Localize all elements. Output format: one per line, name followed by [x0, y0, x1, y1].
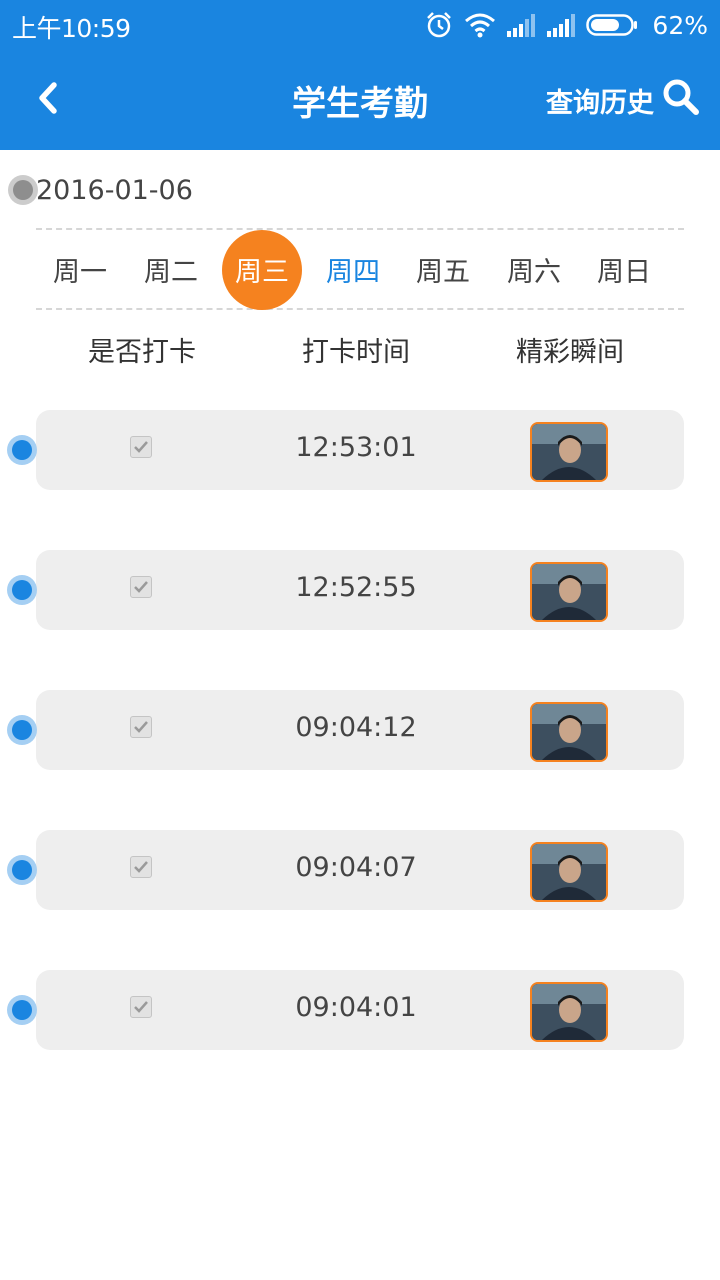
battery-percent: 62% — [652, 10, 708, 40]
attendance-record[interactable]: 09:04:01 — [7, 970, 684, 1050]
checkmark-icon — [134, 861, 148, 873]
back-button[interactable] — [20, 72, 76, 128]
weekday-tab[interactable]: 周六 — [494, 230, 574, 308]
checked-checkbox — [130, 996, 152, 1018]
timeline-dot — [7, 715, 37, 745]
column-checked: 是否打卡 — [88, 337, 196, 368]
column-moment: 精彩瞬间 — [516, 337, 624, 368]
weekday-label: 周一 — [53, 256, 107, 288]
weekday-label: 周二 — [144, 256, 198, 288]
weekday-tab[interactable]: 周二 — [131, 230, 211, 308]
weekday-tab[interactable]: 周五 — [403, 230, 483, 308]
attendance-record[interactable]: 12:52:55 — [7, 550, 684, 630]
checkmark-icon — [134, 1001, 148, 1013]
check-in-time: 09:04:12 — [295, 712, 417, 743]
timeline-dot — [7, 575, 37, 605]
wifi-icon — [464, 12, 496, 38]
check-in-time: 12:52:55 — [295, 572, 417, 603]
student-photo[interactable] — [530, 562, 608, 622]
current-date: 2016-01-06 — [36, 174, 193, 206]
weekday-label: 周六 — [507, 256, 561, 288]
header: 学生考勤 查询历史 — [0, 50, 720, 150]
weekday-label: 周日 — [597, 256, 651, 288]
column-time: 打卡时间 — [302, 337, 410, 368]
checked-checkbox — [130, 856, 152, 878]
checked-checkbox — [130, 436, 152, 458]
check-in-time: 12:53:01 — [295, 432, 417, 463]
timeline-dot — [7, 995, 37, 1025]
signal-icon — [506, 13, 536, 37]
timeline-dot — [7, 435, 37, 465]
timeline-dot — [8, 175, 38, 205]
search-icon — [662, 78, 700, 123]
attendance-record[interactable]: 09:04:12 — [7, 690, 684, 770]
student-photo[interactable] — [530, 422, 608, 482]
checkmark-icon — [134, 581, 148, 593]
status-icons: 62% — [424, 8, 708, 42]
weekday-tab[interactable]: 周四 — [313, 230, 393, 308]
alarm-icon — [424, 10, 454, 40]
attendance-record[interactable]: 09:04:07 — [7, 830, 684, 910]
checkmark-icon — [134, 721, 148, 733]
student-photo[interactable] — [530, 702, 608, 762]
weekday-tab[interactable]: 周一 — [40, 230, 120, 308]
app-bar: 上午10:59 62% 学生考勤 查询历史 — [0, 0, 720, 150]
weekday-tab[interactable]: 周日 — [584, 230, 664, 308]
student-photo[interactable] — [530, 982, 608, 1042]
student-photo[interactable] — [530, 842, 608, 902]
weekday-tab[interactable]: 周三 — [222, 230, 302, 310]
weekday-label: 周三 — [235, 256, 289, 288]
attendance-record[interactable]: 12:53:01 — [7, 410, 684, 490]
column-headers: 是否打卡 打卡时间 精彩瞬间 — [36, 330, 684, 370]
week-selector: 周一 周二 周三 周四 周五 周六 周日 — [36, 228, 684, 310]
history-label: 查询历史 — [546, 87, 654, 119]
signal-icon — [546, 13, 576, 37]
checkmark-icon — [134, 441, 148, 453]
weekday-label: 周五 — [416, 256, 470, 288]
weekday-label: 周四 — [326, 256, 380, 288]
checked-checkbox — [130, 716, 152, 738]
chevron-left-icon — [33, 80, 63, 120]
checked-checkbox — [130, 576, 152, 598]
date-row: 2016-01-06 — [8, 172, 193, 208]
status-time: 上午10:59 — [12, 14, 131, 43]
check-in-time: 09:04:07 — [295, 852, 417, 883]
check-in-time: 09:04:01 — [295, 992, 417, 1023]
status-bar: 上午10:59 62% — [0, 0, 720, 50]
battery-icon — [586, 13, 638, 37]
history-button[interactable]: 查询历史 — [546, 72, 700, 128]
timeline-dot — [7, 855, 37, 885]
